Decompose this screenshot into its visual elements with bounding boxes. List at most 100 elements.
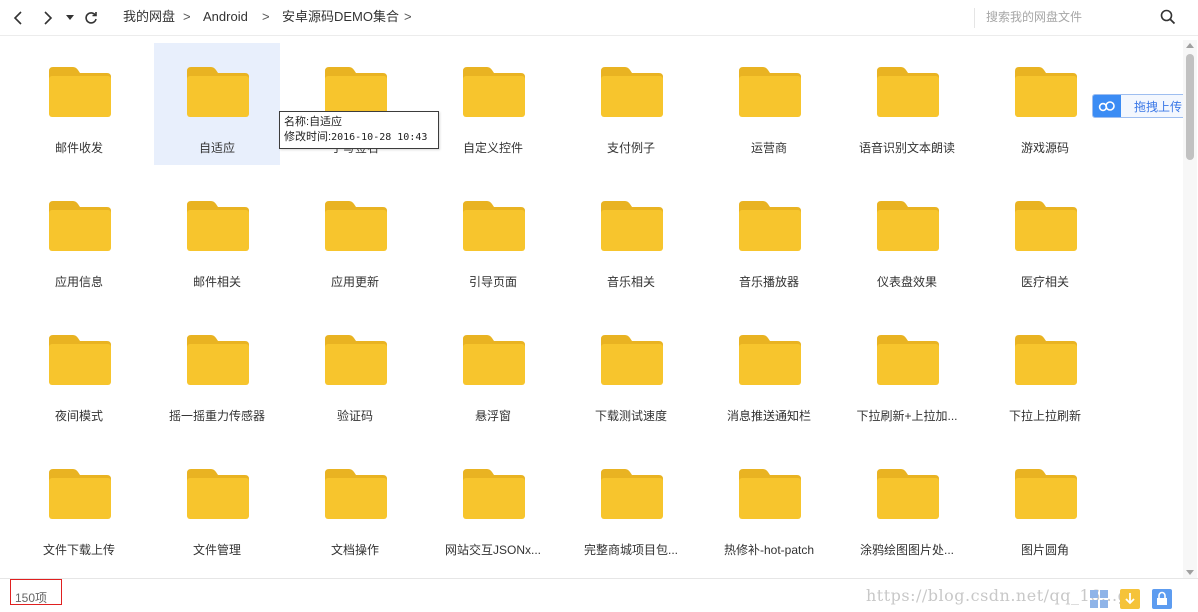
download-icon[interactable] <box>1120 589 1140 609</box>
folder-item[interactable]: 应用信息 <box>16 177 142 299</box>
folder-item[interactable]: 仪表盘效果 <box>844 177 970 299</box>
scroll-down-arrow-icon[interactable] <box>1186 570 1194 575</box>
folder-icon <box>49 201 111 251</box>
search-input[interactable] <box>986 6 1151 28</box>
lock-icon[interactable] <box>1152 589 1172 609</box>
folder-label: 下拉上拉刷新 <box>1008 409 1081 423</box>
folder-item[interactable]: 应用更新 <box>292 177 418 299</box>
folder-label: 自适应 <box>198 141 235 155</box>
refresh-button[interactable] <box>81 8 101 28</box>
folder-item[interactable]: 图片圆角 <box>982 445 1108 567</box>
search-icon[interactable] <box>1160 9 1176 25</box>
refresh-icon <box>85 12 97 24</box>
folder-item[interactable]: 夜间模式 <box>16 311 142 433</box>
folder-item[interactable]: 悬浮窗 <box>430 311 556 433</box>
scrollbar-thumb[interactable] <box>1186 54 1194 160</box>
folder-item[interactable]: 音乐相关 <box>568 177 694 299</box>
tooltip-name-row: 名称:自适应 <box>284 115 434 130</box>
folder-icon <box>463 469 525 519</box>
folder-icon <box>463 67 525 117</box>
folder-item[interactable]: 下拉上拉刷新 <box>982 311 1108 433</box>
folder-icon <box>463 201 525 251</box>
forward-button[interactable] <box>38 8 58 28</box>
folder-icon <box>49 469 111 519</box>
tooltip-time-row: 修改时间:2016-10-28 10:43 <box>284 130 434 145</box>
scroll-up-arrow-icon[interactable] <box>1186 43 1194 48</box>
folder-item[interactable]: 自定义控件 <box>430 43 556 165</box>
folder-item[interactable]: 游戏源码 <box>982 43 1108 165</box>
breadcrumb-current[interactable]: 安卓源码DEMO集合 <box>282 9 399 25</box>
folder-label: 引导页面 <box>468 275 517 289</box>
top-toolbar: 我的网盘 > Android > 安卓源码DEMO集合 > <box>0 0 1198 36</box>
vertical-scrollbar[interactable] <box>1183 40 1197 578</box>
folder-item[interactable]: 邮件相关 <box>154 177 280 299</box>
back-button[interactable] <box>8 8 28 28</box>
folder-icon <box>187 469 249 519</box>
folder-item[interactable]: 热修补-hot-patch <box>706 445 832 567</box>
folder-item[interactable]: 音乐播放器 <box>706 177 832 299</box>
folder-item[interactable]: 运营商 <box>706 43 832 165</box>
folder-item[interactable]: 语音识别文本朗读 <box>844 43 970 165</box>
folder-item[interactable]: 网站交互JSONx... <box>430 445 556 567</box>
folder-icon <box>877 201 939 251</box>
search-divider <box>974 8 975 28</box>
folder-icon <box>739 201 801 251</box>
folder-label: 音乐播放器 <box>738 275 799 289</box>
folder-label: 支付例子 <box>606 141 655 155</box>
folder-icon <box>739 469 801 519</box>
tooltip-name-value: 自适应 <box>309 116 343 128</box>
folder-label: 邮件收发 <box>54 141 103 155</box>
folder-item[interactable]: 自适应 <box>154 43 280 165</box>
folder-label: 应用信息 <box>54 275 103 289</box>
drag-upload-button[interactable]: 拖拽上传 <box>1092 94 1196 118</box>
folder-icon <box>187 335 249 385</box>
history-dropdown-button[interactable] <box>62 8 78 28</box>
folder-icon <box>325 201 387 251</box>
breadcrumb-separator: > <box>404 9 412 24</box>
folder-item[interactable]: 摇一摇重力传感器 <box>154 311 280 433</box>
breadcrumb-android[interactable]: Android <box>203 9 248 25</box>
folder-icon <box>739 335 801 385</box>
folder-item[interactable]: 医疗相关 <box>982 177 1108 299</box>
folder-item[interactable]: 引导页面 <box>430 177 556 299</box>
folder-icon <box>187 67 249 117</box>
folder-item[interactable]: 涂鸦绘图图片处... <box>844 445 970 567</box>
folder-icon <box>1015 469 1077 519</box>
folder-label: 下拉刷新+上拉加... <box>856 409 958 423</box>
folder-label: 热修补-hot-patch <box>723 543 815 557</box>
folder-item[interactable]: 文件下载上传 <box>16 445 142 567</box>
folder-item[interactable]: 验证码 <box>292 311 418 433</box>
folder-label: 消息推送通知栏 <box>726 409 811 423</box>
breadcrumb-separator: > <box>262 9 270 24</box>
folder-item[interactable]: 文件管理 <box>154 445 280 567</box>
folder-icon <box>739 67 801 117</box>
folder-icon <box>1015 67 1077 117</box>
folder-item[interactable]: 消息推送通知栏 <box>706 311 832 433</box>
folder-label: 文档操作 <box>330 543 379 557</box>
folder-item[interactable]: 邮件收发 <box>16 43 142 165</box>
folder-icon <box>325 335 387 385</box>
folder-icon <box>463 335 525 385</box>
folder-label: 运营商 <box>750 141 787 155</box>
status-bar: 150项 https://blog.csdn.net/qq_16...ga <box>0 578 1198 612</box>
breadcrumb-root[interactable]: 我的网盘 <box>123 9 175 25</box>
folder-label: 图片圆角 <box>1020 543 1069 557</box>
chevron-right-icon <box>44 11 53 25</box>
folder-item[interactable]: 完整商城项目包... <box>568 445 694 567</box>
grid-view-icon[interactable] <box>1089 589 1109 609</box>
tooltip-time-value: 2016-10-28 10:43 <box>331 132 428 143</box>
folder-item[interactable]: 支付例子 <box>568 43 694 165</box>
folder-tooltip: 名称:自适应 修改时间:2016-10-28 10:43 <box>279 111 439 149</box>
cloud-icon <box>1093 95 1121 117</box>
folder-item[interactable]: 下拉刷新+上拉加... <box>844 311 970 433</box>
folder-icon <box>49 335 111 385</box>
folder-icon <box>1015 335 1077 385</box>
folder-item[interactable]: 文档操作 <box>292 445 418 567</box>
folder-label: 完整商城项目包... <box>583 543 678 557</box>
folder-label: 医疗相关 <box>1020 275 1069 289</box>
folder-item[interactable]: 下载测试速度 <box>568 311 694 433</box>
folder-label: 文件下载上传 <box>42 543 115 557</box>
folder-label: 悬浮窗 <box>474 409 511 423</box>
folder-icon <box>601 67 663 117</box>
folder-icon <box>325 67 387 117</box>
